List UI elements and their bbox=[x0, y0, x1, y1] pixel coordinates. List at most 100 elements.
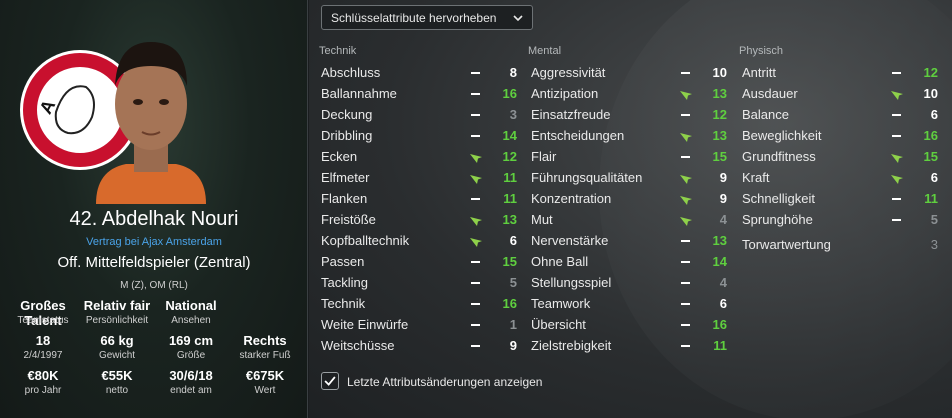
attribute-value: 6 bbox=[930, 170, 938, 185]
physisch-column: Antritt 12 Ausdauer 10 Balance 6 Beweglichkeit… bbox=[740, 62, 942, 255]
trend-flat-icon bbox=[679, 277, 693, 288]
attribute-name: Torwartwertung bbox=[742, 237, 831, 252]
attribute-row[interactable]: Deckung 3 bbox=[319, 104, 521, 125]
trend-flat-icon bbox=[679, 235, 693, 246]
attribute-value: 3 bbox=[930, 237, 938, 252]
attribute-row[interactable]: Freistöße 13 bbox=[319, 209, 521, 230]
trend-flat-icon bbox=[890, 109, 904, 120]
attribute-name: Weitschüsse bbox=[321, 338, 395, 353]
attribute-row[interactable]: Ohne Ball 14 bbox=[529, 251, 731, 272]
attribute-value: 12 bbox=[712, 107, 727, 122]
show-changes-label: Letzte Attributsänderungen anzeigen bbox=[347, 375, 543, 389]
trend-flat-icon bbox=[679, 319, 693, 330]
attribute-row[interactable]: Ecken 12 bbox=[319, 146, 521, 167]
attribute-value: 10 bbox=[712, 65, 727, 80]
info-empty bbox=[228, 298, 302, 327]
attribute-name: Übersicht bbox=[531, 317, 586, 332]
attribute-row[interactable]: Mut 4 bbox=[529, 209, 731, 230]
attribute-value: 13 bbox=[712, 233, 727, 248]
player-positions-short: M (Z), OM (RL) bbox=[120, 280, 188, 291]
attribute-row[interactable]: Weitschüsse 9 bbox=[319, 335, 521, 356]
attribute-row[interactable]: Stellungsspiel 4 bbox=[529, 272, 731, 293]
trend-up-arrow-icon bbox=[679, 130, 693, 142]
trend-flat-icon bbox=[469, 256, 483, 267]
attribute-row[interactable]: Kraft 6 bbox=[740, 167, 942, 188]
attribute-row[interactable]: Aggressivität 10 bbox=[529, 62, 731, 83]
attribute-row[interactable]: Ausdauer 10 bbox=[740, 83, 942, 104]
column-heading-technik: Technik bbox=[319, 45, 357, 57]
attribute-row[interactable]: Entscheidungen 13 bbox=[529, 125, 731, 146]
attribute-name: Antritt bbox=[742, 65, 776, 80]
attribute-value: 6 bbox=[719, 296, 727, 311]
attribute-row[interactable]: Balance 6 bbox=[740, 104, 942, 125]
attribute-name: Ohne Ball bbox=[531, 254, 589, 269]
attribute-row[interactable]: Führungsqualitäten 9 bbox=[529, 167, 731, 188]
attribute-name: Konzentration bbox=[531, 191, 612, 206]
trend-flat-icon bbox=[469, 67, 483, 78]
attribute-name: Ausdauer bbox=[742, 86, 798, 101]
attribute-name: Tackling bbox=[321, 275, 368, 290]
attribute-row[interactable]: Nervenstärke 13 bbox=[529, 230, 731, 251]
attribute-value: 10 bbox=[923, 86, 938, 101]
attribute-row[interactable]: Grundfitness 15 bbox=[740, 146, 942, 167]
player-name: 42. Abdelhak Nouri bbox=[69, 208, 239, 230]
contract-link[interactable]: Vertrag bei Ajax Amsterdam bbox=[0, 236, 308, 248]
player-profile-panel: A 42. Abdelhak Nouri Vertrag bei Ajax Am… bbox=[0, 0, 308, 418]
trend-flat-icon bbox=[890, 130, 904, 141]
attribute-name: Sprunghöhe bbox=[742, 212, 813, 227]
attribute-name: Grundfitness bbox=[742, 149, 816, 164]
attribute-name: Weite Einwürfe bbox=[321, 317, 409, 332]
player-position: Off. Mittelfeldspieler (Zentral) bbox=[57, 254, 251, 271]
attribute-row[interactable]: Antizipation 13 bbox=[529, 83, 731, 104]
trend-flat-icon bbox=[469, 298, 483, 309]
attribute-row[interactable]: Dribbling 14 bbox=[319, 125, 521, 146]
attribute-row[interactable]: Konzentration 9 bbox=[529, 188, 731, 209]
attribute-name: Elfmeter bbox=[321, 170, 370, 185]
trend-flat-icon bbox=[679, 340, 693, 351]
attribute-row[interactable]: Sprunghöhe 5 bbox=[740, 209, 942, 230]
trend-flat-icon bbox=[469, 193, 483, 204]
attribute-value: 6 bbox=[509, 233, 517, 248]
attribute-row[interactable]: Teamwork 6 bbox=[529, 293, 731, 314]
attribute-row[interactable]: Zielstrebigkeit 11 bbox=[529, 335, 731, 356]
technik-column: Abschluss 8 Ballannahme 16 Deckung 3 Dribbling… bbox=[319, 62, 521, 356]
attribute-row[interactable]: Schnelligkeit 11 bbox=[740, 188, 942, 209]
attribute-name: Einsatzfreude bbox=[531, 107, 611, 122]
show-changes-checkbox[interactable] bbox=[321, 372, 339, 390]
trend-up-arrow-icon bbox=[679, 193, 693, 205]
attribute-row[interactable]: Beweglichkeit 16 bbox=[740, 125, 942, 146]
attribute-row[interactable]: Kopfballtechnik 6 bbox=[319, 230, 521, 251]
attribute-row[interactable]: Elfmeter 11 bbox=[319, 167, 521, 188]
trend-flat-icon bbox=[890, 67, 904, 78]
goalkeeper-rating-row[interactable]: Torwartwertung 3 bbox=[740, 234, 942, 255]
attribute-row[interactable]: Abschluss 8 bbox=[319, 62, 521, 83]
attribute-value: 15 bbox=[923, 149, 938, 164]
attribute-value: 11 bbox=[503, 191, 517, 206]
attribute-name: Ecken bbox=[321, 149, 358, 164]
attribute-value: 4 bbox=[719, 275, 727, 290]
attribute-name: Passen bbox=[321, 254, 365, 269]
attribute-row[interactable]: Flanken 11 bbox=[319, 188, 521, 209]
trend-flat-icon bbox=[890, 214, 904, 225]
info-team-status: Großes Talent Teamstatus bbox=[17, 298, 69, 328]
attribute-name: Mut bbox=[531, 212, 553, 227]
attribute-row[interactable]: Flair 15 bbox=[529, 146, 731, 167]
attribute-row[interactable]: Weite Einwürfe 1 bbox=[319, 314, 521, 335]
info-net-wage: €55K netto bbox=[101, 368, 133, 396]
attribute-name: Stellungsspiel bbox=[531, 275, 612, 290]
attribute-row[interactable]: Passen 15 bbox=[319, 251, 521, 272]
attribute-row[interactable]: Übersicht 16 bbox=[529, 314, 731, 335]
attribute-row[interactable]: Ballannahme 16 bbox=[319, 83, 521, 104]
attribute-name: Freistöße bbox=[321, 212, 376, 227]
trend-up-arrow-icon bbox=[469, 214, 483, 226]
trend-flat-icon bbox=[469, 130, 483, 141]
attribute-name: Nervenstärke bbox=[531, 233, 609, 248]
attribute-row[interactable]: Tackling 5 bbox=[319, 272, 521, 293]
attribute-value: 15 bbox=[712, 149, 727, 164]
info-height: 169 cm Größe bbox=[168, 333, 214, 361]
attribute-row[interactable]: Einsatzfreude 12 bbox=[529, 104, 731, 125]
attribute-value: 11 bbox=[713, 338, 727, 353]
attribute-row[interactable]: Antritt 12 bbox=[740, 62, 942, 83]
highlight-attributes-dropdown[interactable]: Schlüsselattribute hervorheben bbox=[321, 5, 533, 30]
attribute-row[interactable]: Technik 16 bbox=[319, 293, 521, 314]
